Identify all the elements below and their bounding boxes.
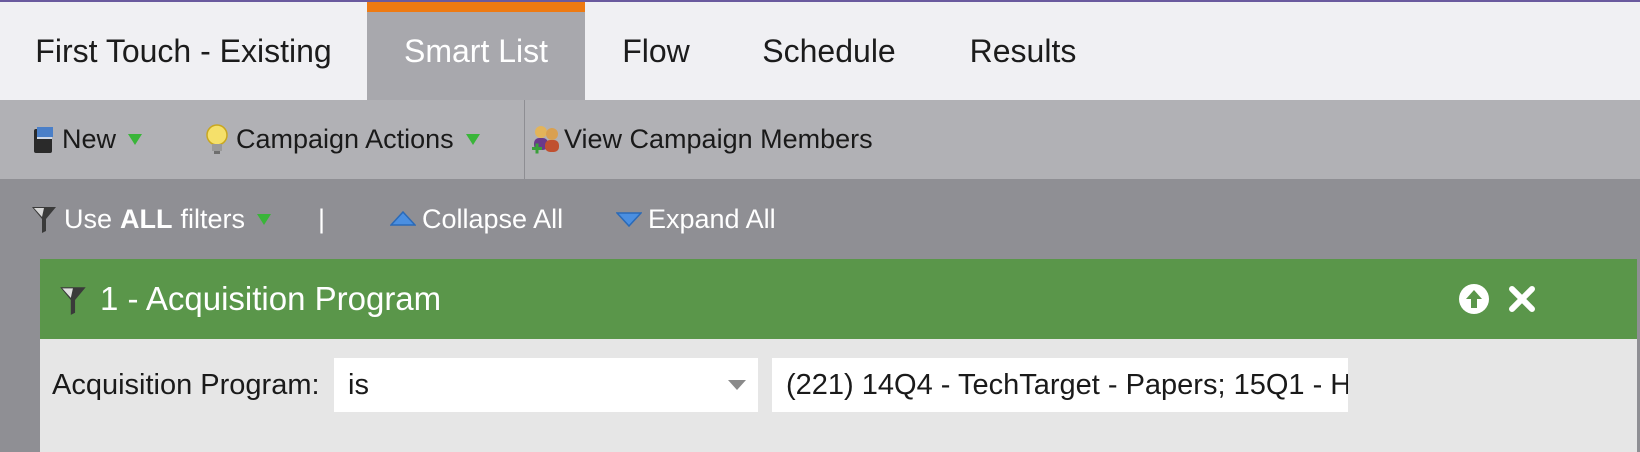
close-icon	[1507, 284, 1537, 314]
triangle-down-icon	[616, 211, 642, 227]
tab-results[interactable]: Results	[931, 2, 1115, 100]
use-all-filters-dropdown[interactable]: Use ALL filters	[30, 179, 272, 259]
use-all-bold: ALL	[120, 203, 173, 234]
program-value-field[interactable]: (221) 14Q4 - TechTarget - Papers; 15Q1 -…	[772, 358, 1348, 412]
new-button-label: New	[62, 124, 117, 154]
operator-value: is	[348, 368, 369, 401]
move-up-button[interactable]	[1454, 279, 1494, 319]
lightbulb-icon	[204, 123, 230, 157]
collapse-all-button[interactable]: Collapse All	[390, 179, 563, 259]
book-icon	[32, 125, 56, 155]
toolbar-divider	[524, 100, 525, 179]
triangle-up-icon	[390, 211, 416, 227]
program-value-text: (221) 14Q4 - TechTarget - Papers; 15Q1 -…	[786, 368, 1348, 401]
view-campaign-members-label: View Campaign Members	[564, 124, 873, 154]
filter-title: 1 - Acquisition Program	[100, 280, 442, 317]
toolbar: New Campaign Actions View Campaign Membe…	[0, 100, 1640, 179]
tab-bar: First Touch - Existing Smart List Flow S…	[0, 2, 1640, 100]
use-all-suffix: filters	[180, 203, 246, 234]
tab-smart-list[interactable]: Smart List	[367, 2, 585, 100]
people-icon	[530, 123, 562, 157]
filter-card: 1 - Acquisition Program Acquisition Prog…	[40, 259, 1637, 452]
new-button[interactable]: New	[32, 100, 143, 179]
chevron-down-icon	[728, 380, 746, 390]
condition-label: Acquisition Program:	[52, 368, 320, 401]
operator-select[interactable]: is	[334, 358, 758, 412]
arrow-up-circle-icon	[1458, 283, 1490, 315]
expand-all-label: Expand All	[648, 203, 776, 234]
filter-bar: Use ALL filters | Collapse All Expand Al…	[0, 179, 1640, 259]
campaign-actions-button[interactable]: Campaign Actions	[204, 100, 480, 179]
chevron-down-icon	[465, 134, 480, 145]
funnel-icon	[58, 283, 90, 317]
campaign-actions-label: Campaign Actions	[236, 124, 454, 154]
remove-filter-button[interactable]	[1502, 279, 1542, 319]
tab-schedule[interactable]: Schedule	[727, 2, 931, 100]
filter-bar-separator: |	[318, 203, 326, 234]
collapse-all-label: Collapse All	[422, 203, 564, 234]
view-campaign-members-button[interactable]: View Campaign Members	[530, 100, 873, 179]
chevron-down-icon	[128, 134, 143, 145]
tab-first-touch-existing[interactable]: First Touch - Existing	[0, 2, 367, 100]
chevron-down-icon	[257, 213, 272, 225]
filter-card-header: 1 - Acquisition Program	[40, 259, 1637, 339]
use-all-prefix: Use	[64, 203, 113, 234]
funnel-icon	[30, 203, 60, 235]
expand-all-button[interactable]: Expand All	[616, 179, 776, 259]
tab-flow[interactable]: Flow	[585, 2, 727, 100]
